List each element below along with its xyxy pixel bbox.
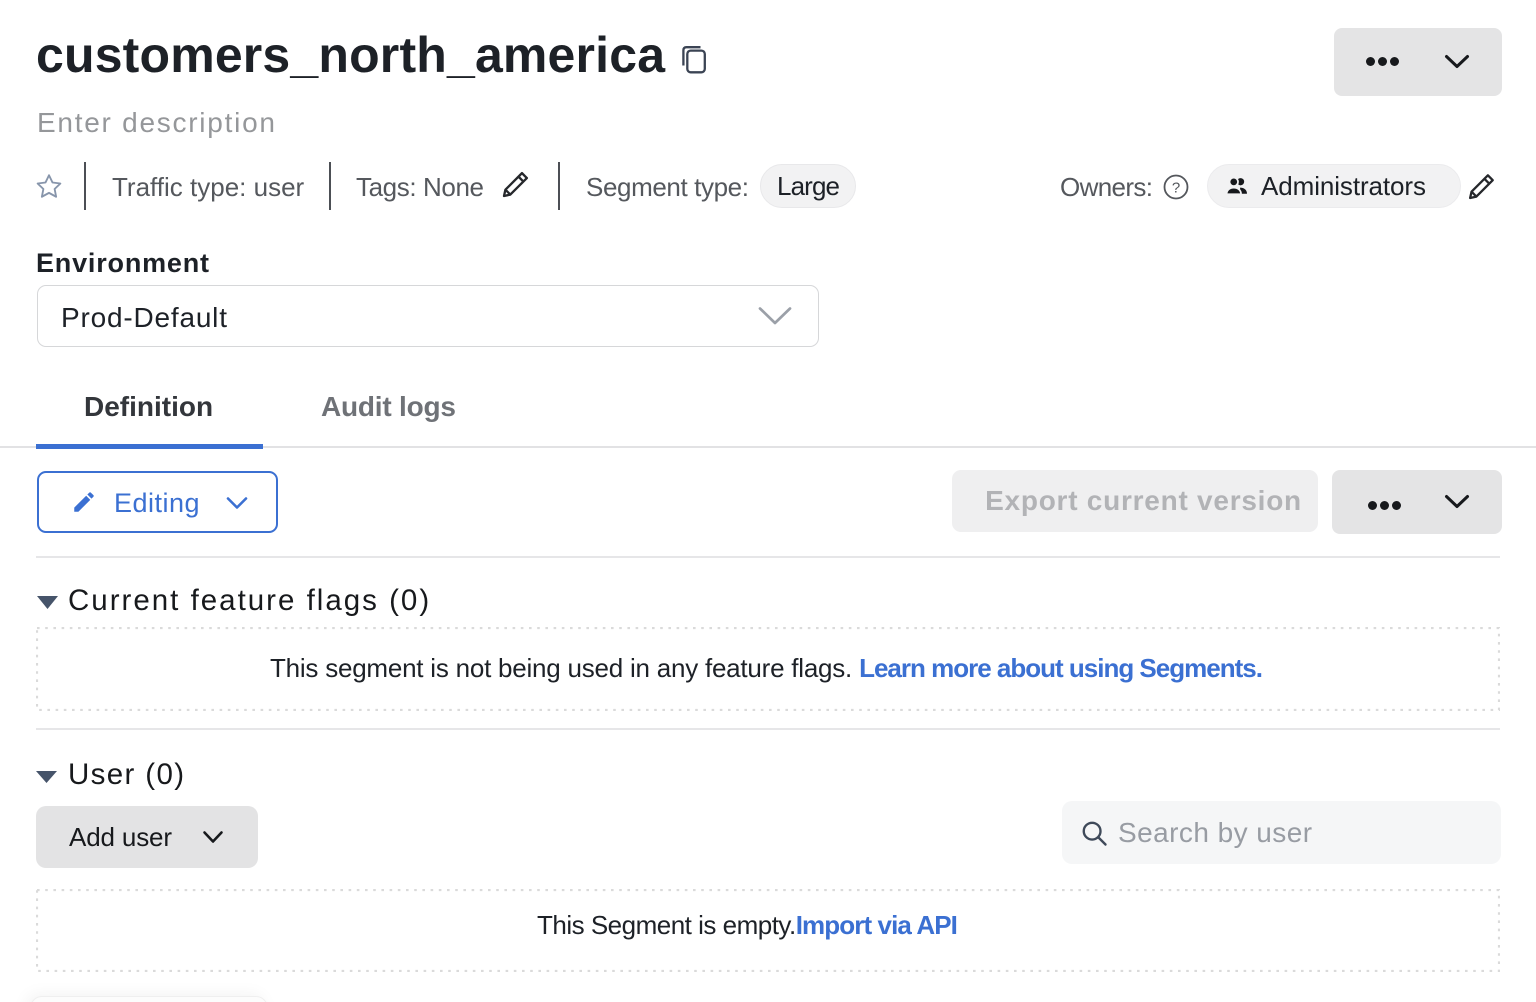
svg-text:?: ?: [1172, 180, 1180, 197]
